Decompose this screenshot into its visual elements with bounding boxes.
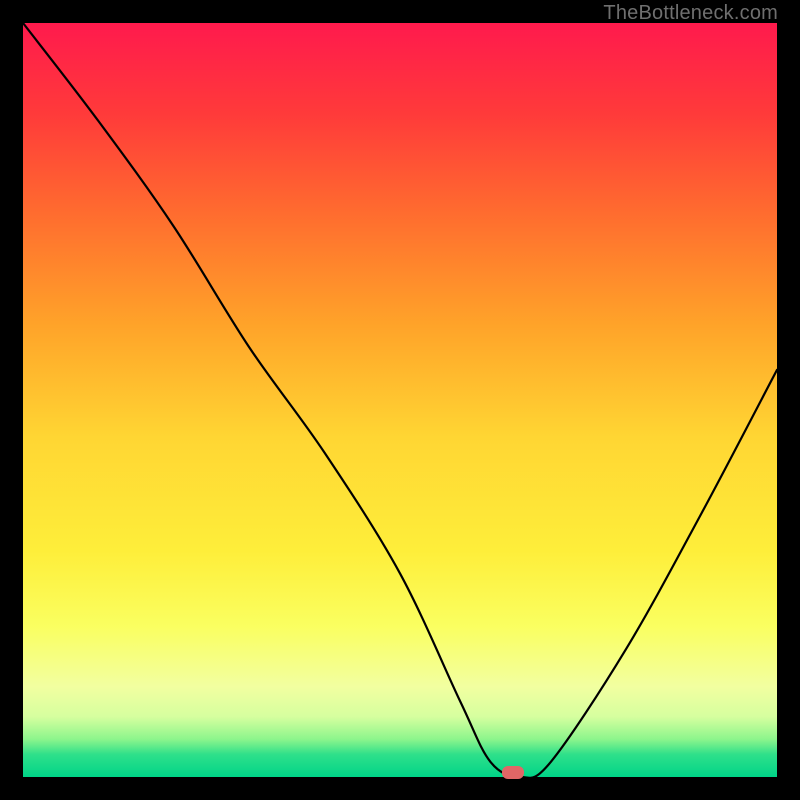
watermark-text: TheBottleneck.com <box>603 2 778 25</box>
optimal-marker <box>502 766 524 779</box>
chart-frame: TheBottleneck.com <box>0 0 800 800</box>
bottleneck-curve <box>23 23 777 777</box>
plot-area <box>23 23 777 777</box>
